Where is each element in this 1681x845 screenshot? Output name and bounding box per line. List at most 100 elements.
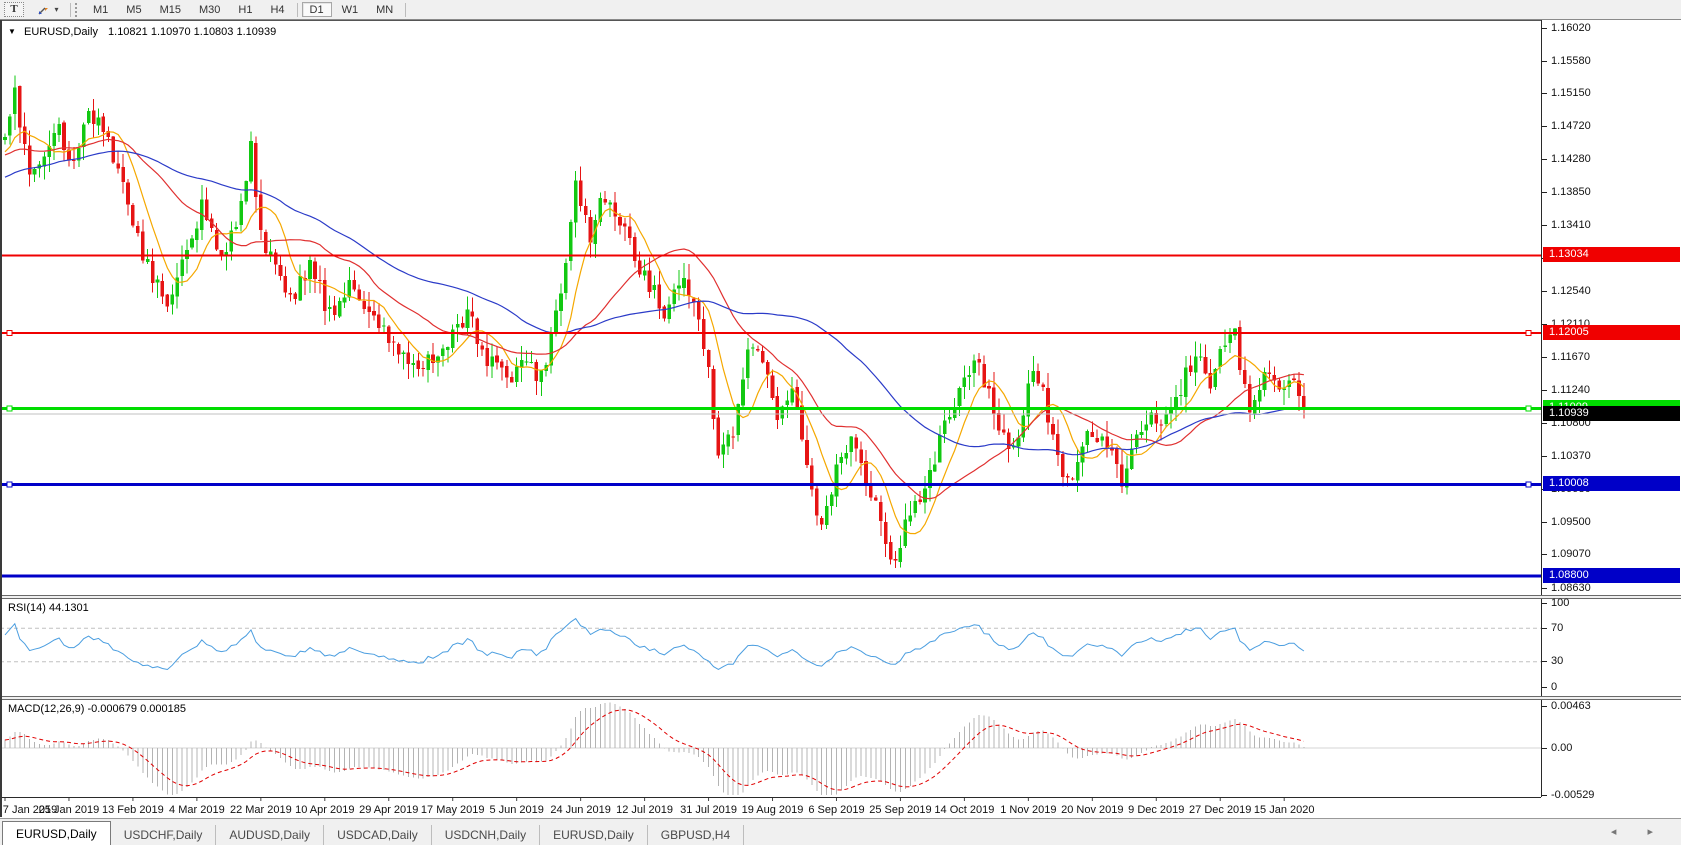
text-tool-icon: T bbox=[10, 3, 18, 15]
chart-title: ▼ EURUSD,Daily 1.10821 1.10970 1.10803 1… bbox=[8, 26, 276, 38]
macd-tick-label: 0.00463 bbox=[1551, 699, 1591, 712]
toolbar-separator bbox=[296, 2, 298, 17]
date-label: 14 Oct 2019 bbox=[934, 804, 994, 816]
macd-signal-line bbox=[4, 709, 1305, 791]
price-tick-mark bbox=[1542, 423, 1547, 425]
price-tick-mark bbox=[1542, 27, 1547, 29]
price-tick-label: 1.10370 bbox=[1551, 449, 1591, 462]
chart-collapse-icon[interactable]: ▼ bbox=[8, 27, 16, 36]
price-level-badge: 1.08800 bbox=[1543, 567, 1680, 583]
date-label: 13 Feb 2019 bbox=[102, 804, 164, 816]
arrow-tool-button[interactable]: ▾ bbox=[29, 2, 67, 17]
tab-scroll-right-icon[interactable]: ▸ bbox=[1647, 826, 1667, 838]
date-axis[interactable]: 7 Jan 2019 25 Jan 2019 13 Feb 2019 4 Mar 20… bbox=[0, 797, 1541, 818]
macd-tick-mark bbox=[1542, 705, 1547, 707]
macd-tick-mark bbox=[1542, 747, 1547, 749]
price-tick-label: 1.13850 bbox=[1551, 185, 1591, 198]
chart-tab-bar: EURUSD,Daily USDCHF,Daily AUDUSD,Daily USDC… bbox=[0, 818, 1681, 845]
price-tick-mark bbox=[1542, 389, 1547, 391]
price-tick-label: 1.14280 bbox=[1551, 153, 1591, 166]
macd-tick-mark bbox=[1542, 794, 1547, 796]
macd-tick-label: -0.00529 bbox=[1551, 788, 1595, 801]
candlestick-chart-canvas[interactable] bbox=[0, 21, 1541, 596]
chart-tab-eurusd-daily[interactable]: EURUSD,Daily bbox=[540, 825, 648, 845]
arrow-tool-icon bbox=[37, 4, 51, 16]
date-label: 4 Mar 2019 bbox=[169, 804, 225, 816]
date-label: 27 Dec 2019 bbox=[1189, 804, 1251, 816]
chart-tab-audusd-daily[interactable]: AUDUSD,Daily bbox=[216, 825, 325, 845]
date-label: 12 Jul 2019 bbox=[616, 804, 673, 816]
macd-pane: MACD(12,26,9) -0.000679 0.000185 bbox=[0, 700, 1541, 797]
date-label: 10 Apr 2019 bbox=[295, 804, 354, 816]
macd-chart-canvas[interactable] bbox=[0, 700, 1541, 797]
price-tick-mark bbox=[1542, 126, 1547, 127]
price-tick-mark bbox=[1542, 191, 1547, 193]
rsi-tick-label: 0 bbox=[1551, 680, 1558, 693]
chart-tab-eurusd-daily[interactable]: EURUSD,Daily bbox=[2, 821, 111, 845]
level-line-handle[interactable] bbox=[1525, 405, 1532, 412]
toolbar-grip[interactable] bbox=[75, 2, 81, 17]
timeframe-button-D1[interactable]: D1 bbox=[301, 2, 332, 17]
rsi-tick-mark bbox=[1542, 602, 1547, 604]
price-tick-mark bbox=[1542, 357, 1547, 359]
date-label: 19 Aug 2019 bbox=[742, 804, 804, 816]
price-level-badge: 1.13034 bbox=[1543, 246, 1680, 262]
text-tool-button[interactable]: T bbox=[4, 2, 24, 17]
timeframe-button-M5[interactable]: M5 bbox=[118, 2, 149, 17]
timeframe-button-H4[interactable]: H4 bbox=[262, 2, 292, 17]
rsi-chart-canvas[interactable] bbox=[0, 599, 1541, 696]
date-label: 25 Jan 2019 bbox=[39, 804, 100, 816]
macd-indicator-label: MACD(12,26,9) -0.000679 0.000185 bbox=[8, 703, 186, 715]
tab-scroll-buttons: ◂ ▸ bbox=[1611, 825, 1667, 838]
timeframe-button-W1[interactable]: W1 bbox=[334, 2, 367, 17]
price-tick-mark bbox=[1542, 455, 1547, 457]
date-label: 29 Apr 2019 bbox=[359, 804, 418, 816]
price-axis: 1.16020 1.15580 1.15150 1.14720 1.14280 1.138… bbox=[1542, 20, 1681, 801]
rsi-tick-mark bbox=[1542, 627, 1547, 629]
date-label: 17 May 2019 bbox=[421, 804, 485, 816]
timeframe-button-M15[interactable]: M15 bbox=[152, 2, 189, 17]
chart-tab-usdcnh-daily[interactable]: USDCNH,Daily bbox=[432, 825, 541, 845]
timeframe-button-MN[interactable]: MN bbox=[368, 2, 401, 17]
chart-tab-usdchf-daily[interactable]: USDCHF,Daily bbox=[111, 825, 217, 845]
tab-scroll-left-icon[interactable]: ◂ bbox=[1611, 826, 1631, 838]
timeframe-button-H1[interactable]: H1 bbox=[230, 2, 260, 17]
date-label: 5 Jun 2019 bbox=[489, 804, 543, 816]
level-line-handle[interactable] bbox=[6, 330, 13, 337]
price-tick-mark bbox=[1542, 521, 1547, 523]
pane-splitter[interactable] bbox=[0, 595, 1681, 599]
level-line-handle[interactable] bbox=[1525, 330, 1532, 337]
date-label: 6 Sep 2019 bbox=[808, 804, 864, 816]
chart-tab-usdcad-daily[interactable]: USDCAD,Daily bbox=[324, 825, 432, 845]
date-label: 24 Jun 2019 bbox=[550, 804, 611, 816]
moving-average-25 bbox=[4, 138, 1304, 500]
price-level-badge: 1.10008 bbox=[1543, 476, 1680, 492]
level-line-handle[interactable] bbox=[6, 481, 13, 488]
toolbar-separator bbox=[405, 2, 407, 17]
pane-splitter[interactable] bbox=[0, 696, 1681, 700]
date-label: 25 Sep 2019 bbox=[869, 804, 931, 816]
price-tick-label: 1.15150 bbox=[1551, 87, 1591, 100]
candles[interactable] bbox=[3, 75, 1306, 569]
price-tick-label: 1.09500 bbox=[1551, 515, 1591, 528]
price-tick-label: 1.16020 bbox=[1551, 21, 1591, 34]
price-tick-label: 1.11240 bbox=[1551, 383, 1590, 396]
rsi-indicator-label: RSI(14) 44.1301 bbox=[8, 602, 89, 614]
price-tick-mark bbox=[1542, 554, 1547, 556]
rsi-tick-label: 70 bbox=[1551, 621, 1564, 634]
chart-tab-gbpusd-h4[interactable]: GBPUSD,H4 bbox=[648, 825, 745, 845]
level-line-handle[interactable] bbox=[6, 405, 13, 412]
dropdown-caret-icon: ▾ bbox=[54, 5, 59, 14]
price-tick-label: 1.13410 bbox=[1551, 219, 1591, 232]
price-tick-label: 1.11670 bbox=[1551, 351, 1590, 364]
date-label: 1 Nov 2019 bbox=[1000, 804, 1056, 816]
date-label: 15 Jan 2020 bbox=[1254, 804, 1315, 816]
level-line-handle[interactable] bbox=[1525, 481, 1532, 488]
price-tick-mark bbox=[1542, 225, 1547, 227]
price-pane: ▼ EURUSD,Daily 1.10821 1.10970 1.10803 1… bbox=[0, 20, 1541, 596]
timeframe-button-M1[interactable]: M1 bbox=[85, 2, 116, 17]
price-tick-mark bbox=[1542, 587, 1547, 589]
chart-title-symbol: EURUSD,Daily bbox=[23, 26, 98, 38]
timeframe-button-M30[interactable]: M30 bbox=[191, 2, 228, 17]
price-tick-label: 1.14720 bbox=[1551, 120, 1591, 132]
